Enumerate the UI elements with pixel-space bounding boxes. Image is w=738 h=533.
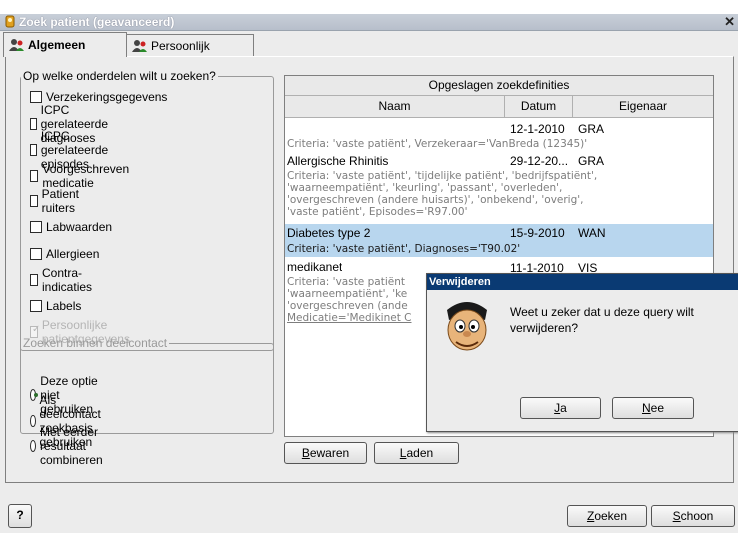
tab-persoonlijk[interactable]: Persoonlijk bbox=[126, 34, 254, 57]
nee-accel: N bbox=[641, 401, 651, 415]
bewaren-button[interactable]: Bewaren bbox=[284, 442, 367, 464]
checkbox-box[interactable] bbox=[30, 274, 38, 286]
table-row-selected[interactable]: Diabetes type 2 15-9-2010 WAN Criteria: … bbox=[285, 224, 713, 257]
checkbox-label: Labels bbox=[46, 299, 82, 313]
checkbox-icpc-episodes[interactable]: ICPC gerelateerde episodes bbox=[30, 129, 113, 171]
ja-button[interactable]: Ja bbox=[520, 397, 601, 419]
cell-eigenaar: GRA bbox=[578, 122, 605, 136]
zoeken-label: oeken bbox=[594, 509, 628, 523]
laden-button[interactable]: Laden bbox=[374, 442, 459, 464]
checkbox-box[interactable] bbox=[30, 144, 37, 156]
tab-persoonlijk-label: Persoonlijk bbox=[151, 39, 210, 53]
cartoon-face-icon bbox=[447, 302, 487, 351]
table-header-row: Naam Datum Eigenaar bbox=[285, 96, 713, 118]
table-title: Opgeslagen zoekdefinities bbox=[285, 76, 713, 96]
checkbox-box[interactable] bbox=[30, 248, 42, 260]
column-header-datum[interactable]: Datum bbox=[505, 96, 573, 117]
radio-dot[interactable] bbox=[30, 415, 36, 427]
cell-eigenaar: GRA bbox=[578, 154, 605, 168]
title-bar[interactable]: Zoek patient (geavanceerd) ✕ bbox=[0, 14, 738, 31]
radio-dot[interactable] bbox=[30, 389, 39, 401]
nee-label: ee bbox=[650, 401, 665, 415]
tab-strip: Algemeen Persoonlijk bbox=[0, 31, 738, 57]
bewaren-label: ewaren bbox=[309, 446, 350, 460]
search-patient-window: Zoek patient (geavanceerd) ✕ Algemeen Pe… bbox=[0, 0, 738, 533]
app-logo-icon bbox=[5, 15, 15, 28]
cell-naam: Allergische Rhinitis bbox=[287, 154, 389, 168]
checkbox-label: Allergieen bbox=[46, 247, 100, 261]
column-header-eigenaar[interactable]: Eigenaar bbox=[573, 96, 713, 117]
checkbox-label: Contra-indicaties bbox=[42, 266, 93, 294]
checkbox-contra-indicaties[interactable]: Contra-indicaties bbox=[30, 266, 96, 294]
checkbox-patient-ruiters[interactable]: Patient ruiters bbox=[30, 187, 83, 215]
laden-label: aden bbox=[406, 446, 434, 460]
criteria-text: Criteria: 'vaste patiënt', Diagnoses='T9… bbox=[287, 243, 521, 255]
cell-datum: 12-1-2010 bbox=[510, 122, 565, 136]
checkbox-labwaarden[interactable]: Labwaarden bbox=[30, 218, 112, 236]
criteria-text: 'waarneempatiënt', 'keurling', 'passant'… bbox=[287, 182, 563, 194]
criteria-text: 'overgeschreven (andere huisarts)', 'onb… bbox=[287, 194, 584, 206]
people-icon bbox=[132, 40, 147, 52]
tab-algemeen-label: Algemeen bbox=[28, 38, 86, 52]
criteria-text: Criteria: 'vaste patiënt', 'tijdelijke p… bbox=[287, 170, 598, 182]
criteria-text: 'waarneempatiënt', 'ke bbox=[287, 288, 408, 300]
zoeken-button[interactable]: Zoeken bbox=[567, 505, 647, 527]
tab-algemeen[interactable]: Algemeen bbox=[3, 32, 127, 57]
checkbox-labels[interactable]: Labels bbox=[30, 297, 81, 315]
cell-eigenaar: WAN bbox=[578, 226, 606, 240]
checkbox-medicatie[interactable]: Voorgeschreven medicatie bbox=[30, 162, 133, 190]
schoon-button[interactable]: Schoon bbox=[651, 505, 735, 527]
criteria-text: Criteria: 'vaste patiënt', Verzekeraar='… bbox=[287, 138, 588, 150]
table-row[interactable]: 12-1-2010 GRA Criteria: 'vaste patiënt',… bbox=[285, 119, 713, 151]
criteria-text: 'vaste patiënt', Episodes='R97.00' bbox=[287, 206, 468, 218]
dialog-message: Weet u zeker dat u deze query wilt verwi… bbox=[510, 305, 694, 335]
checkbox-box[interactable] bbox=[30, 118, 37, 130]
bewaren-accel: B bbox=[301, 446, 310, 460]
checkbox-label: Labwaarden bbox=[46, 220, 113, 234]
radio-combineren[interactable]: Met eerder resultaat combineren bbox=[30, 425, 109, 467]
radio-dot[interactable] bbox=[30, 440, 36, 452]
column-header-naam[interactable]: Naam bbox=[285, 96, 505, 117]
criteria-text: Medicatie='Medikinet C bbox=[287, 312, 412, 324]
criteria-text: Criteria: 'vaste patiënt bbox=[287, 276, 405, 288]
radio-label: Met eerder resultaat combineren bbox=[39, 425, 103, 467]
checkbox-label: Patient ruiters bbox=[41, 187, 79, 215]
close-icon[interactable]: ✕ bbox=[724, 14, 735, 30]
checkbox-box[interactable] bbox=[30, 300, 42, 312]
dialog-title[interactable]: Verwijderen bbox=[427, 274, 738, 290]
schoon-label: choon bbox=[680, 509, 714, 523]
checkbox-box[interactable] bbox=[30, 221, 42, 233]
criteria-text: 'overgeschreven (ande bbox=[287, 300, 408, 312]
people-icon bbox=[9, 39, 24, 51]
deelcontact-legend: Zoeken binnen deelcontact bbox=[23, 336, 168, 350]
search-parts-legend: Op welke onderdelen wilt u zoeken? bbox=[23, 69, 216, 83]
nee-button[interactable]: Nee bbox=[612, 397, 694, 419]
checkbox-label: Verzekeringsgegevens bbox=[46, 90, 168, 104]
help-button[interactable]: ? bbox=[8, 504, 32, 528]
confirm-delete-dialog: Verwijderen Weet u zeker dat u deze quer… bbox=[426, 273, 738, 432]
cell-naam: medikanet bbox=[287, 260, 343, 274]
checkbox-box[interactable] bbox=[30, 91, 42, 103]
cell-datum: 15-9-2010 bbox=[510, 226, 565, 240]
schoon-accel: S bbox=[672, 509, 681, 523]
table-row[interactable]: Allergische Rhinitis 29-12-20... GRA Cri… bbox=[285, 152, 713, 221]
cell-datum: 29-12-20... bbox=[510, 154, 569, 168]
cell-naam: Diabetes type 2 bbox=[287, 226, 371, 240]
checkbox-label: Voorgeschreven medicatie bbox=[42, 162, 130, 190]
top-strip bbox=[0, 0, 738, 14]
ja-label: a bbox=[560, 401, 567, 415]
checkbox-allergieen[interactable]: Allergieen bbox=[30, 245, 99, 263]
checkbox-box[interactable] bbox=[30, 195, 38, 207]
checkbox-box[interactable] bbox=[30, 170, 39, 182]
window-title: Zoek patient (geavanceerd) bbox=[19, 15, 175, 29]
help-icon: ? bbox=[16, 508, 24, 522]
